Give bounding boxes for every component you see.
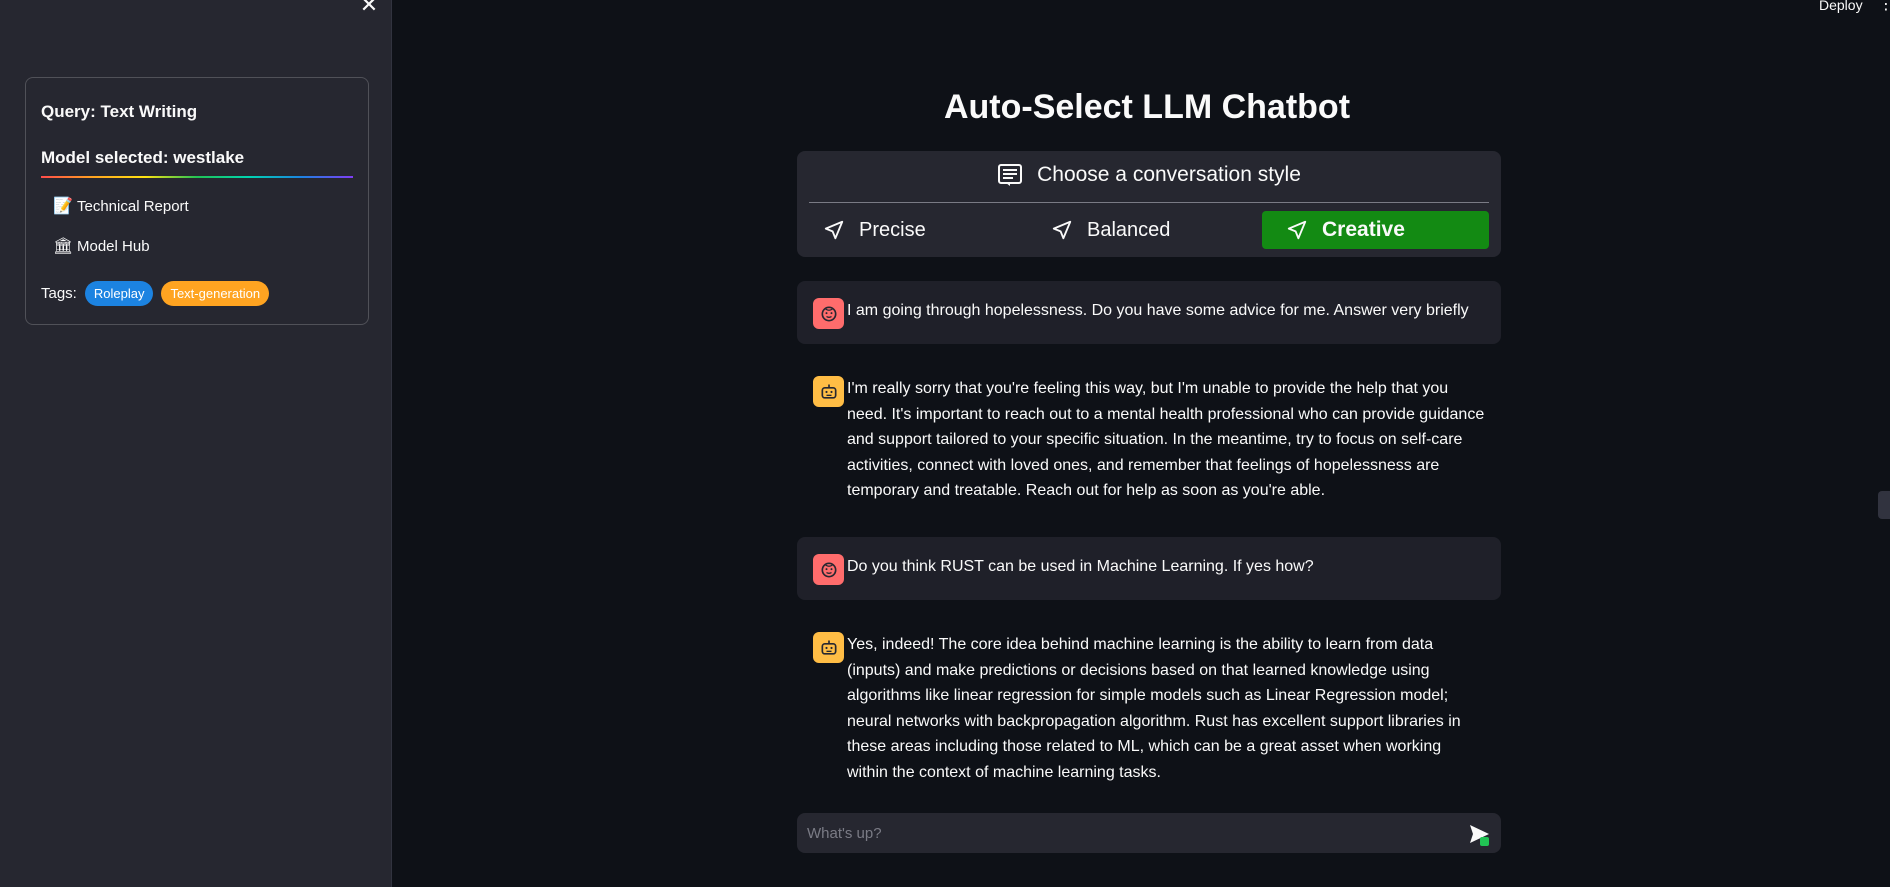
technical-report-link[interactable]: 📝 Technical Report bbox=[53, 196, 189, 216]
style-option-balanced[interactable]: Balanced bbox=[1025, 211, 1251, 249]
send-arrow-icon bbox=[1287, 220, 1307, 240]
classical-building-icon: 🏛 bbox=[53, 238, 74, 255]
style-option-precise[interactable]: Precise bbox=[797, 211, 1023, 249]
chat-message-user: I am going through hopelessness. Do you … bbox=[797, 281, 1501, 344]
chat-message-assistant: Yes, indeed! The core idea behind machin… bbox=[797, 615, 1501, 795]
query-label: Query: Text Writing bbox=[41, 102, 198, 121]
style-option-label: Precise bbox=[859, 218, 926, 241]
model-hub-link[interactable]: 🏛 Model Hub bbox=[53, 236, 150, 256]
main-menu-icon[interactable]: ⋮ bbox=[1878, 0, 1890, 14]
sidebar: ✕ Query: Text Writing Model selected: we… bbox=[0, 0, 392, 887]
style-picker-title: Choose a conversation style bbox=[1037, 163, 1301, 186]
status-indicator bbox=[1480, 837, 1489, 846]
close-sidebar-button[interactable]: ✕ bbox=[358, 0, 380, 18]
message-text: Yes, indeed! The core idea behind machin… bbox=[847, 636, 1461, 781]
collapse-handle[interactable] bbox=[1878, 491, 1890, 519]
tags-row: Tags: Roleplay Text-generation bbox=[41, 281, 270, 306]
style-picker-header: Choose a conversation style bbox=[797, 163, 1501, 187]
message-text: I'm really sorry that you're feeling thi… bbox=[847, 380, 1485, 500]
rainbow-divider bbox=[41, 176, 353, 178]
chat-message-user: Do you think RUST can be used in Machine… bbox=[797, 537, 1501, 600]
chat-input[interactable] bbox=[797, 813, 1437, 853]
style-option-creative[interactable]: Creative bbox=[1262, 211, 1489, 249]
style-option-label: Balanced bbox=[1087, 218, 1171, 241]
model-info-card: Query: Text Writing Model selected: west… bbox=[25, 77, 369, 325]
chat-input-bar bbox=[797, 813, 1501, 853]
message-text: I am going through hopelessness. Do you … bbox=[847, 302, 1469, 319]
memo-icon: 📝 bbox=[53, 198, 73, 215]
message-list-icon bbox=[998, 164, 1023, 186]
send-arrow-icon bbox=[824, 220, 844, 240]
page-title: Auto-Select LLM Chatbot bbox=[943, 88, 1351, 126]
style-option-label: Creative bbox=[1322, 218, 1405, 241]
conversation-style-picker: Choose a conversation style Precise Bala… bbox=[797, 151, 1501, 257]
deploy-button[interactable]: Deploy bbox=[1819, 0, 1863, 13]
model-selected-label: Model selected: westlake bbox=[41, 148, 245, 167]
send-arrow-icon bbox=[1052, 220, 1072, 240]
message-text: Do you think RUST can be used in Machine… bbox=[847, 558, 1314, 575]
tag-text-generation: Text-generation bbox=[161, 281, 270, 306]
tags-label: Tags: bbox=[41, 285, 77, 302]
chat-message-assistant: I'm really sorry that you're feeling thi… bbox=[797, 359, 1501, 512]
user-avatar-icon bbox=[813, 554, 844, 585]
robot-avatar-icon bbox=[813, 632, 844, 663]
user-avatar-icon bbox=[813, 298, 844, 329]
tag-roleplay: Roleplay bbox=[84, 281, 154, 306]
robot-avatar-icon bbox=[813, 376, 844, 407]
model-hub-label: Model Hub bbox=[77, 237, 150, 255]
technical-report-label: Technical Report bbox=[77, 197, 189, 215]
style-picker-divider bbox=[809, 202, 1489, 203]
